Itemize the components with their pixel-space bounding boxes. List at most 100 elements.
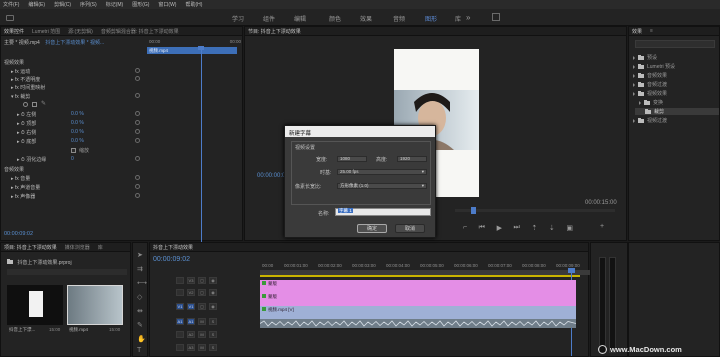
reset-icon[interactable] bbox=[135, 184, 140, 189]
tab-libraries[interactable]: 库 bbox=[98, 244, 103, 251]
track-label-v1[interactable]: V1 bbox=[187, 303, 195, 310]
track-label-a1[interactable]: A1 bbox=[187, 318, 195, 325]
zoom-checkbox[interactable]: 缩放 bbox=[71, 147, 101, 154]
selection-tool-icon[interactable]: ➤ bbox=[137, 251, 143, 259]
more-workspaces-icon[interactable]: » bbox=[466, 13, 470, 22]
tab-source[interactable]: 源:(无剪辑) bbox=[68, 28, 93, 35]
tab-audio-mixer[interactable]: 音频剪辑混合器: 抖音上下漂动效果 bbox=[101, 28, 179, 35]
program-playhead[interactable] bbox=[471, 207, 476, 214]
crop-bottom-value[interactable]: 0.0 % bbox=[71, 138, 84, 144]
mini-playhead[interactable] bbox=[201, 46, 202, 242]
effect-controls-timecode[interactable]: 00:00:09:02 bbox=[4, 231, 33, 237]
workspace-learn[interactable]: 学习 bbox=[232, 14, 244, 23]
timeline-playhead-handle[interactable] bbox=[568, 268, 575, 273]
tab-lumetri-scopes[interactable]: Lumetri 范围 bbox=[32, 28, 60, 35]
mini-timeline-clip[interactable]: 视频.mp4 bbox=[147, 47, 237, 54]
workspace-libraries[interactable]: 库 bbox=[455, 14, 461, 23]
lock-icon[interactable]: ▢ bbox=[198, 289, 206, 296]
solo-button[interactable]: S bbox=[209, 318, 217, 325]
crop-top-value[interactable]: 0.0 % bbox=[71, 120, 84, 126]
reset-icon[interactable] bbox=[135, 193, 140, 198]
lift-icon[interactable]: ⇡ bbox=[531, 224, 537, 232]
extract-icon[interactable]: ⇣ bbox=[549, 224, 555, 232]
home-icon[interactable] bbox=[6, 15, 14, 21]
mute-button[interactable]: M bbox=[198, 344, 206, 351]
program-scrub-bar[interactable] bbox=[455, 209, 615, 212]
tab-effects[interactable]: 效果 bbox=[632, 28, 642, 35]
mute-button[interactable]: M bbox=[198, 331, 206, 338]
effects-search-input[interactable] bbox=[635, 40, 715, 48]
reset-icon[interactable] bbox=[135, 129, 140, 134]
search-icon[interactable] bbox=[492, 13, 500, 21]
bin-item-video-thumb[interactable] bbox=[67, 285, 123, 325]
workspace-audio[interactable]: 音频 bbox=[393, 14, 405, 23]
effects-menu-icon[interactable]: ≡ bbox=[650, 28, 653, 34]
menu-graphics[interactable]: 图形(G) bbox=[132, 1, 149, 8]
reset-icon[interactable] bbox=[135, 93, 140, 98]
reset-icon[interactable] bbox=[135, 156, 140, 161]
menu-sequence[interactable]: 序列(S) bbox=[80, 1, 97, 8]
razor-tool-icon[interactable]: ◇ bbox=[137, 293, 142, 301]
height-field[interactable]: 1920 bbox=[397, 156, 427, 162]
zoom-checkbox-box[interactable] bbox=[71, 148, 76, 153]
effect-row-time-remap[interactable]: ▸ fx 时间重映射 bbox=[11, 84, 45, 91]
mute-button[interactable]: M bbox=[198, 318, 206, 325]
effects-item-audio-transitions[interactable]: 音频过渡 bbox=[633, 81, 667, 88]
timeline-timecode[interactable]: 00:00:09:02 bbox=[153, 256, 190, 263]
pen-mask-icon[interactable]: ✎ bbox=[41, 101, 46, 109]
track-target-v1[interactable]: V1 bbox=[176, 303, 184, 310]
track-target-v3[interactable] bbox=[176, 277, 184, 284]
effects-item-audio-effects[interactable]: 音频效果 bbox=[633, 72, 667, 79]
project-search-input[interactable] bbox=[7, 269, 127, 275]
workspace-color[interactable]: 颜色 bbox=[329, 14, 341, 23]
crop-right-value[interactable]: 0.0 % bbox=[71, 129, 84, 135]
eye-icon[interactable]: ◉ bbox=[209, 303, 217, 310]
ok-button[interactable]: 确定 bbox=[357, 224, 387, 233]
width-field[interactable]: 1080 bbox=[337, 156, 367, 162]
tab-project[interactable]: 项目: 抖音上下漂动效果 bbox=[4, 244, 57, 251]
bin-item-video-name[interactable]: 视频.mp4 bbox=[69, 327, 88, 333]
clip-mask-v2[interactable]: 蒙版 bbox=[260, 293, 576, 306]
track-label-a2[interactable]: A2 bbox=[187, 331, 195, 338]
eye-icon[interactable]: ◉ bbox=[209, 277, 217, 284]
pen-tool-icon[interactable]: ✎ bbox=[137, 321, 143, 329]
rectangle-mask-icon[interactable] bbox=[32, 102, 37, 107]
reset-icon[interactable] bbox=[135, 111, 140, 116]
effects-item-video-transitions[interactable]: 视频过渡 bbox=[633, 117, 667, 124]
menu-file[interactable]: 文件(F) bbox=[3, 1, 19, 8]
workspace-effects[interactable]: 效果 bbox=[360, 14, 372, 23]
export-frame-icon[interactable]: ▣ bbox=[566, 224, 573, 232]
effects-item-crop[interactable]: 裁剪 bbox=[635, 108, 719, 115]
bin-item-sequence-thumb[interactable] bbox=[7, 285, 63, 325]
menu-clip[interactable]: 剪辑(C) bbox=[54, 1, 71, 8]
name-input[interactable]: 字幕 1 bbox=[335, 208, 431, 216]
reset-icon[interactable] bbox=[135, 138, 140, 143]
slip-tool-icon[interactable]: ⇹ bbox=[137, 307, 143, 315]
track-target-v2[interactable] bbox=[176, 289, 184, 296]
mark-in-icon[interactable]: ⌐ bbox=[463, 224, 467, 231]
crop-left-value[interactable]: 0.0 % bbox=[71, 111, 84, 117]
lock-icon[interactable]: ▢ bbox=[198, 277, 206, 284]
source-clip-label[interactable]: 主要 * 视频.mp4 抖音上下漂动效果 * 视频... bbox=[4, 39, 144, 46]
play-icon[interactable]: ▶ bbox=[497, 224, 502, 232]
mini-playhead-handle[interactable] bbox=[198, 46, 204, 50]
lock-icon[interactable]: ▢ bbox=[198, 303, 206, 310]
workspace-graphics[interactable]: 图形 bbox=[425, 14, 438, 27]
track-target-a1[interactable]: A1 bbox=[176, 318, 184, 325]
tab-program[interactable]: 节目: 抖音上下漂动效果 bbox=[248, 28, 301, 35]
menu-marker[interactable]: 标记(M) bbox=[106, 1, 124, 8]
menu-edit[interactable]: 编辑(E) bbox=[28, 1, 45, 8]
effects-item-presets[interactable]: 预设 bbox=[633, 54, 657, 61]
tab-media-browser[interactable]: 媒体浏览器 bbox=[65, 244, 90, 251]
reset-icon[interactable] bbox=[135, 175, 140, 180]
effects-item-lumetri[interactable]: Lumetri 预设 bbox=[633, 63, 675, 70]
effects-item-transform[interactable]: 变换 bbox=[639, 99, 663, 106]
effect-row-motion[interactable]: ▸ fx 运动 bbox=[11, 68, 30, 75]
tab-effect-controls[interactable]: 效果控件 bbox=[4, 28, 24, 35]
track-label-v2[interactable]: V2 bbox=[187, 289, 195, 296]
timebase-select[interactable]: 25.00 fps ▾ bbox=[337, 169, 427, 175]
ellipse-mask-icon[interactable] bbox=[23, 102, 28, 107]
work-area-bar[interactable] bbox=[260, 275, 580, 277]
track-target-a2[interactable] bbox=[176, 331, 184, 338]
step-back-icon[interactable]: ⏮ bbox=[479, 224, 485, 232]
